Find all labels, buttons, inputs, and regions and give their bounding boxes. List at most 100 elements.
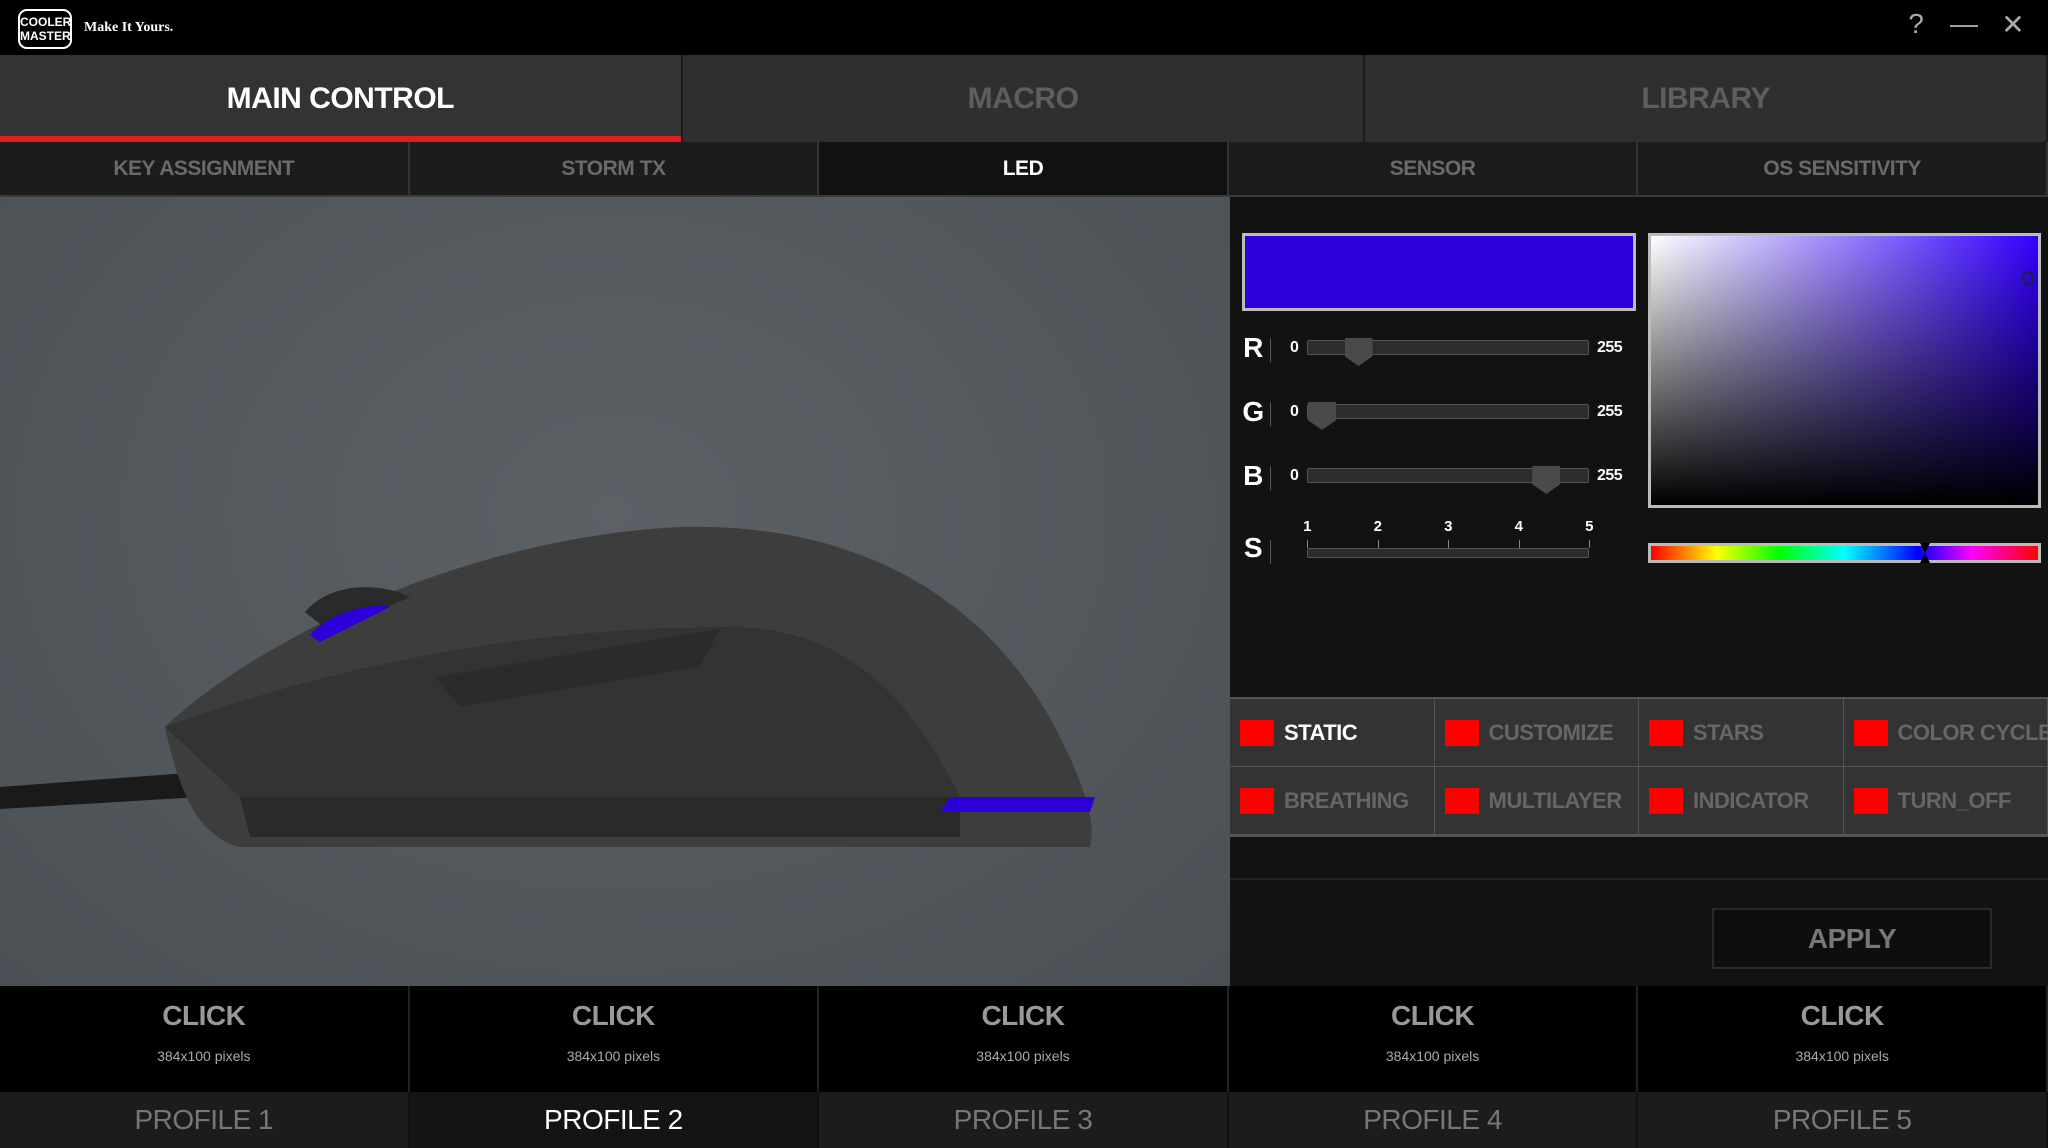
slider-min: 0 (1290, 339, 1299, 356)
click-button-4[interactable]: CLICK 384x100 pixels (1229, 986, 1639, 1092)
effect-indicator[interactable]: INDICATOR (1639, 767, 1844, 835)
speed-tick-label: 1 (1303, 518, 1311, 535)
profile-3[interactable]: PROFILE 3 (819, 1092, 1229, 1148)
effect-static[interactable]: STATIC (1230, 699, 1435, 767)
effect-turn-off[interactable]: TURN_OFF (1843, 767, 2048, 835)
tab-label: MAIN CONTROL (226, 81, 455, 115)
color-swatch (1649, 719, 1683, 746)
effect-label: CUSTOMIZE (1488, 719, 1614, 745)
effect-label: TURN_OFF (1897, 787, 2012, 813)
click-title: CLICK (981, 1000, 1065, 1031)
profile-2[interactable]: PROFILE 2 (409, 1092, 820, 1148)
effect-label: STATIC (1284, 719, 1358, 745)
profile-tabs: PROFILE 1 PROFILE 2 PROFILE 3 PROFILE 4 … (0, 1092, 2048, 1148)
color-swatch (1444, 787, 1479, 814)
click-button-3[interactable]: CLICK 384x100 pixels (819, 986, 1229, 1092)
click-button-1[interactable]: CLICK 384x100 pixels (0, 986, 410, 1092)
minimize-icon[interactable]: — (1944, 8, 1984, 40)
speed-tick-mark (1518, 540, 1520, 548)
subtab-key-assignment[interactable]: KEY ASSIGNMENT (0, 142, 410, 195)
subtab-sensor[interactable]: SENSOR (1228, 142, 1639, 195)
hue-slider[interactable] (1648, 543, 2041, 563)
subtab-led[interactable]: LED (819, 142, 1229, 195)
apply-button[interactable]: APPLY (1712, 908, 1992, 969)
click-title: CLICK (1391, 1000, 1475, 1031)
subtab-storm-tx[interactable]: STORM TX (409, 142, 820, 195)
profile-label: PROFILE 2 (544, 1104, 683, 1135)
button-image-row: CLICK 384x100 pixels CLICK 384x100 pixels … (0, 986, 2048, 1092)
slider-row-g: G 0 255 (1242, 394, 1642, 434)
click-title: CLICK (571, 1000, 656, 1031)
effect-label: STARS (1693, 719, 1764, 745)
effect-color-cycle[interactable]: COLOR CYCLE (1843, 699, 2048, 767)
slider-thumb[interactable] (1344, 338, 1373, 366)
slider-thumb[interactable] (1308, 402, 1336, 430)
sub-tabs: KEY ASSIGNMENT STORM TX LED SENSOR OS SE… (0, 142, 2048, 197)
speed-tick-mark (1589, 540, 1590, 548)
subtab-label: OS SENSITIVITY (1763, 156, 1921, 180)
speed-label: S (1243, 532, 1263, 563)
click-sub: 384x100 pixels (157, 1048, 251, 1064)
profile-1[interactable]: PROFILE 1 (0, 1092, 410, 1148)
slider-row-b: B 0 255 (1242, 458, 1642, 498)
red-slider[interactable] (1307, 338, 1589, 366)
effect-label: BREATHING (1284, 787, 1409, 813)
click-sub: 384x100 pixels (1795, 1048, 1889, 1064)
color-swatch (1240, 787, 1274, 814)
slider-thumb[interactable] (1532, 466, 1561, 494)
tab-label: MACRO (967, 81, 1079, 115)
color-swatch (1649, 787, 1683, 814)
effect-label: INDICATOR (1693, 787, 1809, 813)
subtab-os-sensitivity[interactable]: OS SENSITIVITY (1638, 142, 2048, 195)
speed-tick-mark (1307, 540, 1308, 548)
green-slider[interactable] (1307, 402, 1589, 430)
slider-label: R (1243, 332, 1263, 363)
profile-label: PROFILE 5 (1772, 1104, 1912, 1135)
tab-label: LIBRARY (1641, 81, 1771, 115)
blue-slider[interactable] (1307, 466, 1589, 494)
effect-stars[interactable]: STARS (1639, 699, 1844, 767)
effect-label: MULTILAYER (1488, 787, 1623, 813)
apply-label: APPLY (1807, 922, 1897, 954)
profile-4[interactable]: PROFILE 4 (1229, 1092, 1639, 1148)
speed-tick-label: 4 (1514, 518, 1523, 535)
tab-library[interactable]: LIBRARY (1365, 55, 2048, 142)
picker-cursor[interactable] (2022, 271, 2034, 285)
color-picker-area[interactable] (1648, 233, 2041, 508)
effect-grid: STATIC CUSTOMIZE STARS COLOR CYCLE BREAT… (1230, 697, 2048, 837)
tab-macro[interactable]: MACRO (682, 55, 1366, 142)
subtab-label: STORM TX (561, 156, 666, 180)
speed-tick-mark (1377, 540, 1379, 548)
color-swatch (1853, 719, 1888, 746)
speed-ticks: 1 2 3 4 5 (1303, 518, 1593, 548)
help-icon[interactable]: ? (1896, 8, 1936, 40)
title-bar: COOLER MASTER Make It Yours. ? — ✕ (0, 0, 2048, 55)
divider (1230, 878, 2048, 880)
hue-marker[interactable] (1920, 543, 1930, 563)
click-button-5[interactable]: CLICK 384x100 pixels (1638, 986, 2048, 1092)
mouse-image (0, 526, 1095, 847)
effect-customize[interactable]: CUSTOMIZE (1434, 699, 1639, 767)
slider-max: 255 (1597, 403, 1623, 420)
click-sub: 384x100 pixels (566, 1048, 661, 1064)
close-icon[interactable]: ✕ (1993, 8, 2033, 41)
slider-min: 0 (1290, 403, 1299, 420)
slider-label: B (1243, 460, 1263, 491)
profile-label: PROFILE 3 (953, 1104, 1093, 1135)
click-button-2[interactable]: CLICK 384x100 pixels (410, 986, 820, 1092)
speed-slider[interactable] (1307, 548, 1589, 558)
mouse-preview (0, 197, 1230, 986)
profile-5[interactable]: PROFILE 5 (1638, 1092, 2048, 1148)
effect-breathing[interactable]: BREATHING (1230, 767, 1435, 835)
subtab-label: SENSOR (1389, 156, 1476, 180)
click-sub: 384x100 pixels (1385, 1048, 1480, 1064)
speed-tick-label: 2 (1373, 518, 1382, 535)
tagline: Make It Yours. (84, 20, 174, 35)
slider-row-r: R 0 255 (1242, 330, 1642, 370)
profile-label: PROFILE 1 (134, 1104, 274, 1135)
tab-main-control[interactable]: MAIN CONTROL (0, 55, 683, 142)
effect-multilayer[interactable]: MULTILAYER (1434, 767, 1639, 835)
slider-max: 255 (1597, 339, 1623, 356)
effect-label: COLOR CYCLE (1897, 719, 2048, 745)
slider-max: 255 (1597, 467, 1623, 484)
